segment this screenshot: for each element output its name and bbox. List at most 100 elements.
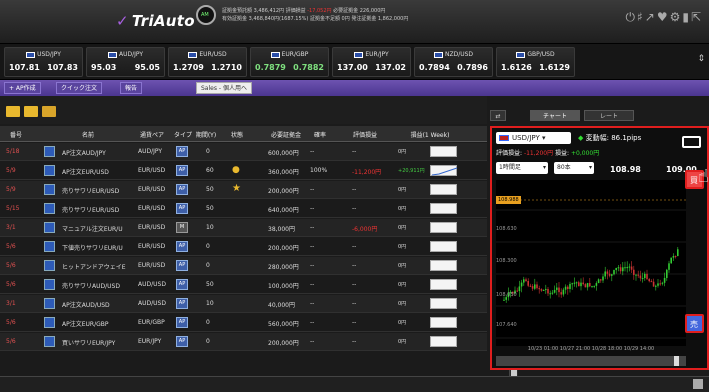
row-pl: -- bbox=[352, 243, 357, 250]
candle-body bbox=[545, 288, 547, 290]
table-row[interactable]: 5/9 AP注文EUR/USD EUR/USD AP 60 360,000円 100% -11… bbox=[0, 162, 487, 180]
folder-add-icon[interactable] bbox=[42, 106, 56, 117]
table-row[interactable]: 3/1 AP注文AUD/USD AUD/USD AP 10 40,000円 -- -- 0円 bbox=[0, 295, 487, 313]
rate-strip-scroll-icon[interactable]: ⇕ bbox=[697, 54, 705, 64]
row-margin: 600,000円 bbox=[268, 150, 299, 157]
candle-body bbox=[569, 283, 571, 289]
currency-pair-select[interactable]: USD/JPY ▾ bbox=[496, 132, 571, 144]
row-name: 売りサワリEUR/USD bbox=[62, 207, 120, 214]
table-row[interactable]: 5/6 AP注文EUR/GBP EUR/GBP AP 0 560,000円 -- -- 0円 bbox=[0, 314, 487, 332]
candle-body bbox=[617, 267, 620, 269]
table-row[interactable]: 5/9 売りサワリEUR/USD EUR/USD AP 50 200,000円 -- -- 0円… bbox=[0, 181, 487, 199]
mini-chart bbox=[430, 184, 457, 195]
row-week: +20,911円 bbox=[398, 168, 425, 174]
report-button[interactable]: 報告 bbox=[120, 82, 143, 94]
tab-rate[interactable]: レート bbox=[584, 110, 634, 121]
candle-body bbox=[611, 274, 613, 276]
row-qty: 50 bbox=[206, 205, 214, 212]
candlestick-chart[interactable]: 108.988 108.630 108.300 108.050 107.640 bbox=[496, 180, 686, 346]
row-rate: -- bbox=[310, 186, 315, 193]
candle-body bbox=[666, 269, 668, 278]
candle-body bbox=[527, 280, 529, 286]
window-toggle-icon[interactable] bbox=[682, 136, 701, 148]
table-row[interactable]: 3/1 マニュアル注文EUR/U EUR/USD M 10 38,000円 -- -6,000… bbox=[0, 219, 487, 237]
rate-card-eurjpy[interactable]: EUR/JPY 137.00 137.02 bbox=[332, 47, 411, 77]
table-row[interactable]: 5/15 売りサワリEUR/USD EUR/USD AP 50 640,000円 -- -- 0… bbox=[0, 200, 487, 218]
mini-chart bbox=[430, 203, 457, 214]
row-date: 5/15 bbox=[6, 205, 20, 212]
row-pl: -- bbox=[352, 281, 357, 288]
price-tick: 108.300 bbox=[496, 258, 517, 264]
folder-icon[interactable] bbox=[6, 106, 20, 117]
row-qty: 0 bbox=[206, 148, 210, 155]
candle-body bbox=[633, 269, 635, 275]
bar-count-select[interactable]: 80本 bbox=[554, 162, 594, 174]
candle-body bbox=[672, 256, 675, 258]
row-margin: 200,000円 bbox=[268, 245, 299, 252]
resize-grip-icon[interactable] bbox=[693, 379, 703, 389]
row-rate: -- bbox=[310, 262, 315, 269]
medal-icon: ● bbox=[232, 165, 240, 175]
row-pl: -11,200円 bbox=[352, 169, 382, 176]
tab-toggle[interactable]: ⇄ bbox=[490, 110, 506, 121]
candle-body bbox=[538, 288, 540, 290]
folder-open-icon[interactable] bbox=[24, 106, 38, 117]
candle-body bbox=[553, 289, 556, 293]
rate-card-gbpusd[interactable]: GBP/USD 1.6126 1.6129 bbox=[496, 47, 575, 77]
rate-card-eurusd[interactable]: EUR/USD 1.2709 1.2710 bbox=[168, 47, 247, 77]
create-ap-button[interactable]: + AP作成 bbox=[4, 82, 41, 94]
table-row[interactable]: 5/6 買いサワリEUR/JPY EUR/JPY AP 0 200,000円 -- -- 0円 bbox=[0, 333, 487, 351]
row-rate: 100% bbox=[310, 167, 328, 174]
table-row[interactable]: 5/6 下値売りサワリEUR/U EUR/USD AP 0 200,000円 -- -- 0円 bbox=[0, 238, 487, 256]
rate-card-audjpy[interactable]: AUD/JPY 95.03 95.05 bbox=[86, 47, 165, 77]
candle-body bbox=[520, 282, 523, 287]
chart-range-navigator[interactable] bbox=[496, 356, 686, 366]
eu-flag-icon bbox=[270, 51, 280, 58]
row-type: AP bbox=[176, 336, 188, 347]
eu-flag-icon bbox=[188, 51, 198, 58]
top-toolbar-icons[interactable]: ⏻♯↗♥⚙▮⇱ bbox=[625, 10, 703, 25]
row-name: 下値売りサワリEUR/U bbox=[62, 245, 123, 252]
check-icon: ✓ bbox=[116, 12, 129, 30]
mini-chart bbox=[430, 146, 457, 157]
table-row[interactable]: 5/6 ヒットアンドアウェイE EUR/USD AP 0 280,000円 -- -- 0円 bbox=[0, 257, 487, 275]
candle-body bbox=[531, 286, 534, 289]
candle-body bbox=[652, 281, 655, 287]
mini-chart bbox=[430, 260, 457, 271]
row-qty: 0 bbox=[206, 338, 210, 345]
row-rate: -- bbox=[310, 243, 315, 250]
candle-body bbox=[606, 271, 609, 274]
candle-body bbox=[551, 292, 554, 294]
mini-chart bbox=[430, 298, 457, 309]
table-row[interactable]: 5/18 AP注文AUD/JPY AUD/JPY AP 0 600,000円 -- -- 0円 bbox=[0, 143, 487, 161]
row-date: 5/6 bbox=[6, 319, 16, 326]
sell-button[interactable]: 売 bbox=[685, 314, 704, 333]
timeframe-select[interactable]: 1時間足 bbox=[496, 162, 548, 174]
mini-chart bbox=[430, 317, 457, 328]
candle-body bbox=[558, 287, 560, 293]
range-handle[interactable] bbox=[674, 356, 679, 366]
candle-body bbox=[529, 285, 532, 287]
row-pl: -- bbox=[352, 186, 357, 193]
account-summary: 証拠金預託額 3,486,412円 評価損益 -17,052円 必要証拠金 22… bbox=[222, 8, 409, 22]
row-week: 0円 bbox=[398, 206, 407, 212]
row-rate: -- bbox=[310, 300, 315, 307]
rate-card-nzdusd[interactable]: NZD/USD 0.7894 0.7896 bbox=[414, 47, 493, 77]
row-pl: -6,000円 bbox=[352, 226, 378, 233]
tab-chart[interactable]: チャート bbox=[530, 110, 580, 121]
rate-card-usdjpy[interactable]: USD/JPY 107.81 107.83 bbox=[4, 47, 83, 77]
candle-body bbox=[591, 286, 593, 288]
candle-body bbox=[571, 283, 573, 285]
row-qty: 50 bbox=[206, 186, 214, 193]
filter-dropdown[interactable]: Sales - 個人用へ bbox=[196, 82, 252, 94]
table-row[interactable]: 5/6 売りサワリAUD/USD AUD/USD AP 50 100,000円 -- -- 0円 bbox=[0, 276, 487, 294]
candle-body bbox=[540, 289, 543, 291]
strategy-icon bbox=[44, 165, 55, 176]
candle-body bbox=[584, 284, 587, 288]
row-rate: -- bbox=[310, 205, 315, 212]
rate-card-eurgbp[interactable]: EUR/GBP 0.7879 0.7882 bbox=[250, 47, 329, 77]
quick-order-button[interactable]: クイック注文 bbox=[56, 82, 103, 94]
candle-body bbox=[547, 288, 549, 294]
clock-icon: AM bbox=[196, 5, 216, 25]
row-date: 5/9 bbox=[6, 167, 16, 174]
